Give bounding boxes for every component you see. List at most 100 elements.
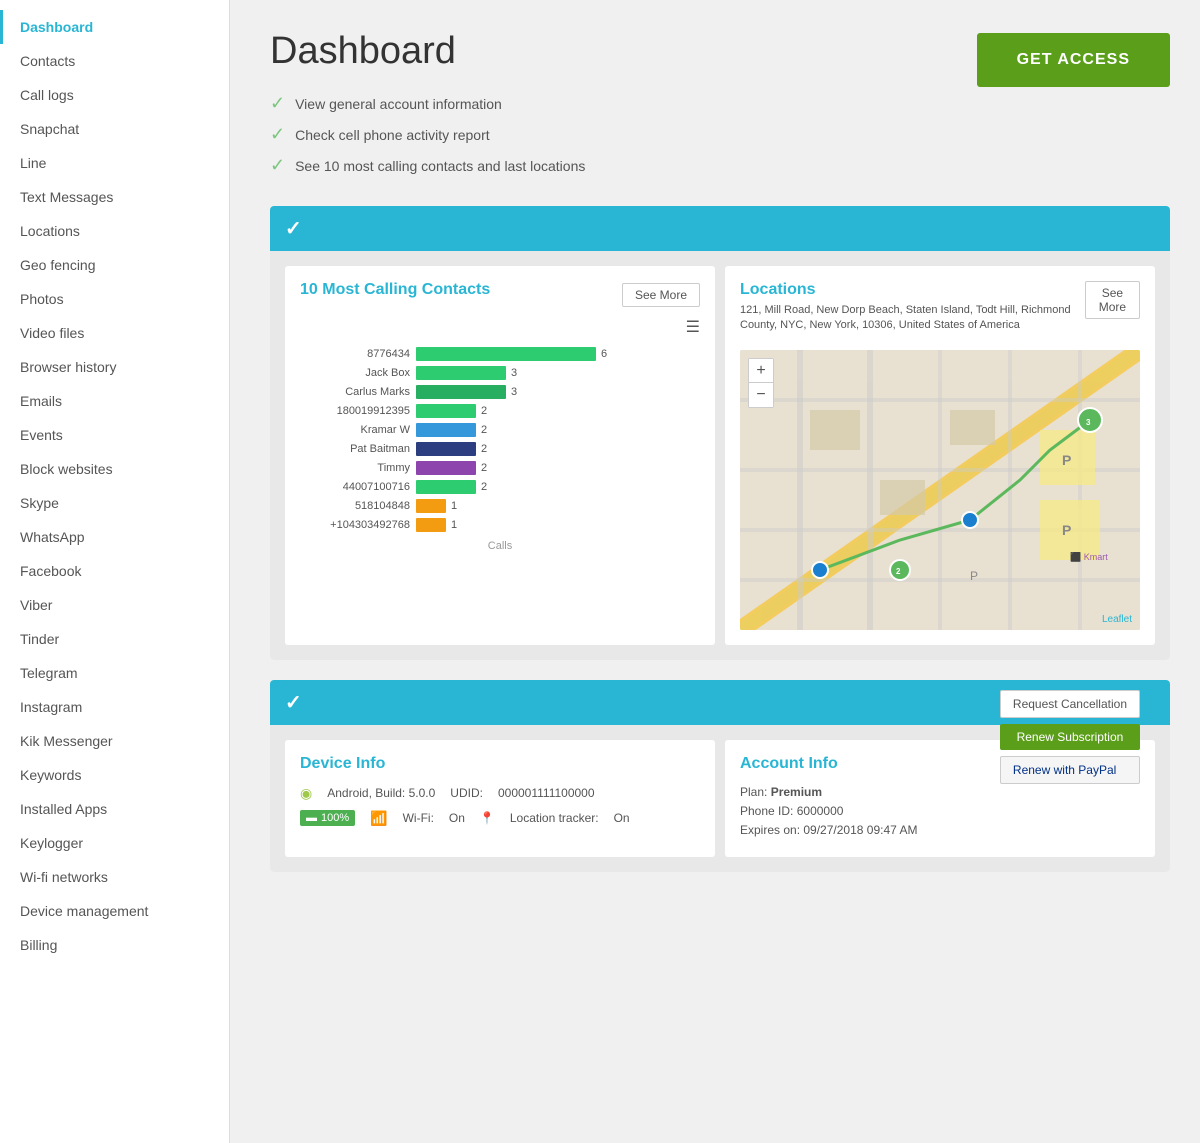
locations-panel: Locations 121, Mill Road, New Dorp Beach… [725, 266, 1155, 645]
sidebar-item-locations[interactable]: Locations [0, 214, 229, 248]
feature-text: View general account information [295, 96, 502, 112]
udid-label: UDID: [450, 786, 483, 800]
expires-value: 09/27/2018 09:47 AM [803, 823, 917, 837]
battery-indicator: ▬ 100% [300, 810, 355, 826]
sidebar-item-geo-fencing[interactable]: Geo fencing [0, 248, 229, 282]
phone-id-row: Phone ID: 6000000 [740, 804, 917, 818]
bar-value: 2 [481, 443, 487, 455]
expires-row: Expires on: 09/27/2018 09:47 AM [740, 823, 917, 837]
sidebar-item-line[interactable]: Line [0, 146, 229, 180]
svg-text:2: 2 [896, 567, 901, 576]
bar-fill [416, 461, 476, 475]
bar-label: +104303492768 [300, 519, 410, 531]
check-icon: ✓ [270, 93, 285, 114]
paypal-button[interactable]: Renew with PayPal [1000, 756, 1140, 784]
bar-label: Carlus Marks [300, 386, 410, 398]
device-info-panel: Device Info ◉ Android, Build: 5.0.0 UDID… [285, 740, 715, 857]
location-status: On [614, 811, 630, 825]
sidebar-item-telegram[interactable]: Telegram [0, 656, 229, 690]
sidebar-item-dashboard[interactable]: Dashboard [0, 10, 229, 44]
bar-row: Pat Baitman 2 [300, 442, 700, 456]
sidebar-item-events[interactable]: Events [0, 418, 229, 452]
feature-item: ✓Check cell phone activity report [270, 124, 977, 145]
main-card-1: ✓ 10 Most Calling Contacts See More ☰ 87… [270, 206, 1170, 660]
bar-wrap: 3 [416, 366, 700, 380]
feature-text: Check cell phone activity report [295, 127, 490, 143]
get-access-button[interactable]: GET ACCESS [977, 33, 1170, 87]
sidebar-item-tinder[interactable]: Tinder [0, 622, 229, 656]
bar-wrap: 2 [416, 404, 700, 418]
sidebar-item-facebook[interactable]: Facebook [0, 554, 229, 588]
bar-wrap: 2 [416, 480, 700, 494]
sidebar-item-browser-history[interactable]: Browser history [0, 350, 229, 384]
bar-fill [416, 347, 596, 361]
bar-value: 1 [451, 500, 457, 512]
sidebar-item-emails[interactable]: Emails [0, 384, 229, 418]
sidebar-item-skype[interactable]: Skype [0, 486, 229, 520]
bar-label: Timmy [300, 462, 410, 474]
cancel-button[interactable]: Request Cancellation [1000, 690, 1140, 718]
bar-wrap: 3 [416, 385, 700, 399]
sidebar-item-installed-apps[interactable]: Installed Apps [0, 792, 229, 826]
sidebar-item-keylogger[interactable]: Keylogger [0, 826, 229, 860]
bar-row: 518104848 1 [300, 499, 700, 513]
sidebar-item-call-logs[interactable]: Call logs [0, 78, 229, 112]
bar-fill [416, 480, 476, 494]
bar-chart: 8776434 6 Jack Box 3 Carlus Marks 3 1800… [300, 347, 700, 532]
bar-value: 3 [511, 367, 517, 379]
bar-wrap: 2 [416, 442, 700, 456]
brand-logo-2: ✓ [285, 690, 302, 715]
account-info-title: Account Info [740, 755, 917, 773]
chart-menu-icon[interactable]: ☰ [300, 317, 700, 337]
calling-contacts-see-more[interactable]: See More [622, 283, 700, 307]
bar-label: 8776434 [300, 348, 410, 360]
sidebar: DashboardContactsCall logsSnapchatLineTe… [0, 0, 230, 1143]
card-body-1: 10 Most Calling Contacts See More ☰ 8776… [270, 251, 1170, 660]
main-card-2: ✓ Device Info ◉ Android, Build: 5.0.0 UD… [270, 680, 1170, 872]
account-buttons: Request Cancellation Renew Subscription … [1000, 690, 1140, 784]
phone-id-value: 6000000 [797, 804, 844, 818]
expires-label: Expires on: [740, 823, 800, 837]
sidebar-item-wi-fi-networks[interactable]: Wi-fi networks [0, 860, 229, 894]
bar-label: Kramar W [300, 424, 410, 436]
bar-fill [416, 499, 446, 513]
sidebar-item-block-websites[interactable]: Block websites [0, 452, 229, 486]
map-zoom-controls: + − [748, 358, 774, 408]
sidebar-item-snapchat[interactable]: Snapchat [0, 112, 229, 146]
bar-value: 2 [481, 481, 487, 493]
feature-text: See 10 most calling contacts and last lo… [295, 158, 585, 174]
bar-row: Jack Box 3 [300, 366, 700, 380]
renew-button[interactable]: Renew Subscription [1000, 724, 1140, 750]
paypal-text: Renew with PayPal [1013, 763, 1116, 777]
locations-title: Locations [740, 281, 1085, 299]
sidebar-item-viber[interactable]: Viber [0, 588, 229, 622]
bar-row: 8776434 6 [300, 347, 700, 361]
locations-see-more[interactable]: See More [1085, 281, 1140, 319]
bar-wrap: 1 [416, 499, 700, 513]
bottom-panels: Device Info ◉ Android, Build: 5.0.0 UDID… [270, 725, 1170, 872]
sidebar-item-keywords[interactable]: Keywords [0, 758, 229, 792]
bar-row: Carlus Marks 3 [300, 385, 700, 399]
location-label: Location tracker: [510, 811, 599, 825]
sidebar-item-text-messages[interactable]: Text Messages [0, 180, 229, 214]
bar-label: Pat Baitman [300, 443, 410, 455]
sidebar-item-whatsapp[interactable]: WhatsApp [0, 520, 229, 554]
bar-fill [416, 404, 476, 418]
device-info-title: Device Info [300, 755, 700, 773]
bar-wrap: 2 [416, 461, 700, 475]
sidebar-item-contacts[interactable]: Contacts [0, 44, 229, 78]
bar-row: +104303492768 1 [300, 518, 700, 532]
sidebar-item-video-files[interactable]: Video files [0, 316, 229, 350]
sidebar-item-device-management[interactable]: Device management [0, 894, 229, 928]
sidebar-item-photos[interactable]: Photos [0, 282, 229, 316]
bar-label: Jack Box [300, 367, 410, 379]
sidebar-item-kik-messenger[interactable]: Kik Messenger [0, 724, 229, 758]
sidebar-item-billing[interactable]: Billing [0, 928, 229, 962]
zoom-in-button[interactable]: + [749, 359, 773, 383]
bar-row: Timmy 2 [300, 461, 700, 475]
bar-fill [416, 385, 506, 399]
bar-value: 1 [451, 519, 457, 531]
zoom-out-button[interactable]: − [749, 383, 773, 407]
sidebar-item-instagram[interactable]: Instagram [0, 690, 229, 724]
svg-text:⬛ Kmart: ⬛ Kmart [1070, 551, 1108, 562]
